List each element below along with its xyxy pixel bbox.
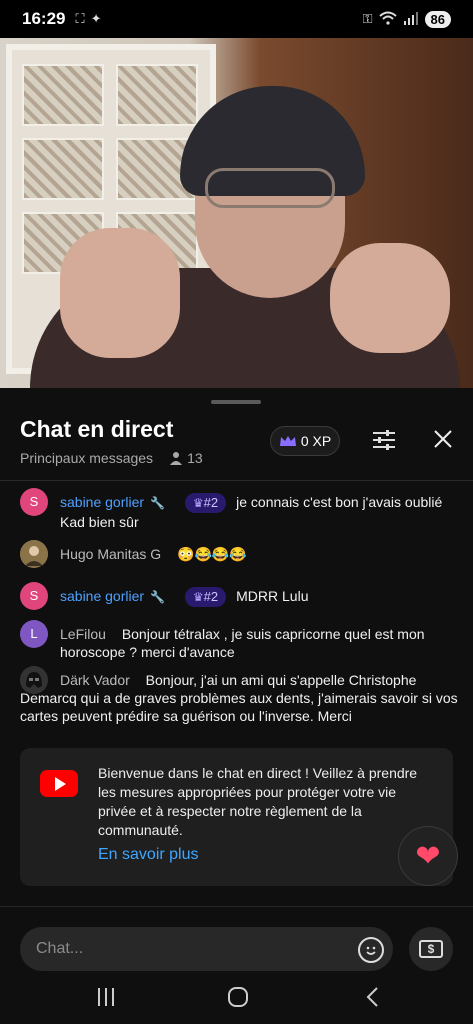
video-person-hand xyxy=(330,243,450,353)
recents-icon xyxy=(98,988,114,1006)
filter-button[interactable] xyxy=(368,426,400,454)
chat-input[interactable] xyxy=(20,927,393,971)
window-pane xyxy=(116,64,198,126)
filter-icon xyxy=(373,430,395,450)
youtube-icon xyxy=(40,770,78,797)
avatar[interactable]: S xyxy=(20,582,48,610)
message-author[interactable]: Därk Vador xyxy=(60,672,130,688)
learn-more-link[interactable]: En savoir plus xyxy=(98,846,199,864)
crown-icon: ♛ xyxy=(192,590,204,604)
wrench-icon: 🔧 xyxy=(149,496,165,510)
message-text: MDRR Lulu xyxy=(236,588,309,604)
live-chat-panel: Chat en direct Principaux messages 13 0 … xyxy=(0,388,473,978)
welcome-notice-text: Bienvenue dans le chat en direct ! Veill… xyxy=(98,765,418,838)
avatar[interactable] xyxy=(20,540,48,568)
divider xyxy=(0,480,473,481)
emoji-icon xyxy=(366,946,376,955)
battery-indicator: 86 xyxy=(424,10,451,28)
close-icon xyxy=(434,430,452,448)
recents-button[interactable] xyxy=(86,982,126,1012)
message-author[interactable]: sabine gorlier 🔧 xyxy=(60,588,165,604)
back-button[interactable] xyxy=(352,982,392,1012)
xp-button[interactable]: 0 XP xyxy=(270,426,340,456)
chat-message[interactable]: Därk Vador Bonjour, j'ai un ami qui s'ap… xyxy=(20,666,459,725)
avatar[interactable]: L xyxy=(20,620,48,648)
message-text: Bonjour tétralax , je suis capricorne qu… xyxy=(60,626,425,660)
emoji-button[interactable] xyxy=(358,937,384,963)
window-pane xyxy=(22,64,104,126)
chat-message[interactable]: L LeFilou Bonjour tétralax , je suis cap… xyxy=(20,620,459,661)
key-icon: ⚿ xyxy=(362,11,373,26)
chat-message-list[interactable]: S sabine gorlier 🔧 ♛#2 je connais c'est bo… xyxy=(0,486,473,744)
back-icon xyxy=(366,987,378,1007)
status-time: 16:29 xyxy=(22,9,66,28)
chat-message[interactable]: S sabine gorlier 🔧 ♛#2 MDRR Lulu xyxy=(20,582,459,610)
home-button[interactable] xyxy=(218,982,258,1012)
viewer-count-value: 13 xyxy=(187,450,203,466)
live-video[interactable] xyxy=(0,38,473,388)
chat-mode-label[interactable]: Principaux messages xyxy=(20,450,153,466)
message-author[interactable]: LeFilou xyxy=(60,626,106,642)
wrench-icon: 🔧 xyxy=(149,590,165,604)
avatar[interactable]: S xyxy=(20,488,48,516)
welcome-notice: Bienvenue dans le chat en direct ! Veill… xyxy=(20,748,453,886)
helmet-icon xyxy=(20,666,48,694)
chat-title: Chat en direct xyxy=(20,416,174,442)
message-text: 😳😂😂😂 xyxy=(177,546,247,562)
heart-icon: ❤ xyxy=(415,839,441,873)
status-bar: 16:29 ⛶ ✦ ⚿ 86 xyxy=(0,0,473,38)
crown-icon: ♛ xyxy=(192,496,204,510)
user-photo-icon xyxy=(20,540,48,568)
close-chat-button[interactable] xyxy=(428,424,458,454)
chat-subtitle-row[interactable]: Principaux messages 13 xyxy=(20,450,203,466)
rank-badge: ♛#2 xyxy=(184,493,227,513)
window-pane xyxy=(22,138,104,200)
viewer-count: 13 xyxy=(169,450,203,466)
status-right: ⚿ 86 xyxy=(362,10,451,28)
crown-icon xyxy=(279,436,296,446)
home-icon xyxy=(228,987,248,1007)
message-author[interactable]: Hugo Manitas G xyxy=(60,546,161,562)
chat-message[interactable]: S sabine gorlier 🔧 ♛#2 je connais c'est bo… xyxy=(20,488,459,531)
drag-handle[interactable] xyxy=(211,400,261,404)
app-notification-icon: ✦ xyxy=(90,11,102,26)
video-person-glasses xyxy=(205,168,335,208)
reaction-button[interactable]: ❤ xyxy=(398,826,458,886)
message-author[interactable]: sabine gorlier 🔧 xyxy=(60,494,165,510)
status-notification-icons: ⛶ ✦ xyxy=(75,11,101,27)
avatar[interactable] xyxy=(20,666,48,694)
person-icon xyxy=(170,452,183,465)
superchat-button[interactable]: $ xyxy=(409,927,453,971)
chat-message[interactable]: Hugo Manitas G 😳😂😂😂 xyxy=(20,540,459,568)
system-nav-bar xyxy=(0,978,473,1024)
signal-icon xyxy=(403,11,419,28)
chat-input-row: $ xyxy=(0,906,473,971)
xp-value: 0 XP xyxy=(300,433,332,449)
video-person-hand xyxy=(60,228,180,358)
screenshot-icon: ⛶ xyxy=(75,11,85,26)
rank-badge: ♛#2 xyxy=(184,587,227,607)
wifi-icon xyxy=(378,11,397,28)
superchat-icon: $ xyxy=(419,940,443,958)
